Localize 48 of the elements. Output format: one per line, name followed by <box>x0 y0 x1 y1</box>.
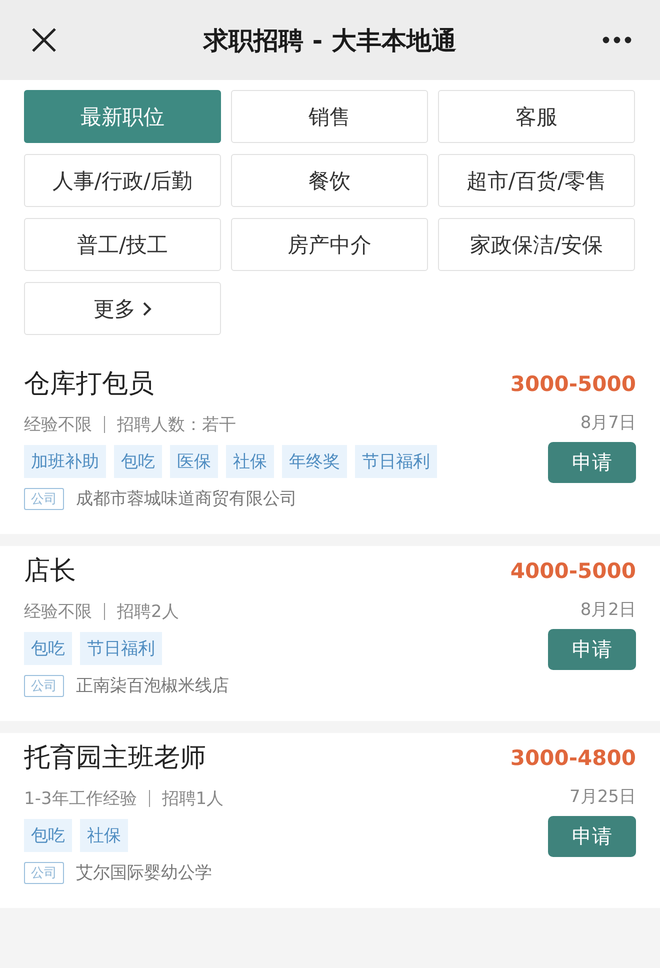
experience-text: 1-3年工作经验 <box>24 788 137 810</box>
chevron-right-icon <box>142 300 152 316</box>
category-button[interactable]: 餐饮 <box>231 154 428 207</box>
page-title: 求职招聘 - 大丰本地通 <box>202 24 458 56</box>
benefit-tag: 节日福利 <box>80 632 162 665</box>
close-icon[interactable] <box>30 26 58 54</box>
category-button[interactable]: 房产中介 <box>231 218 428 271</box>
category-button[interactable]: 家政保洁/安保 <box>438 218 635 271</box>
apply-button[interactable]: 申请 <box>548 442 636 483</box>
experience-text: 经验不限 <box>24 414 92 436</box>
company-name: 正南柒百泡椒米线店 <box>76 675 229 697</box>
benefit-tag: 社保 <box>226 445 274 478</box>
company-name: 成都市蓉城味道商贸有限公司 <box>76 488 297 510</box>
experience-text: 经验不限 <box>24 600 92 622</box>
post-date: 7月25日 <box>570 786 636 808</box>
category-button[interactable]: 客服 <box>438 90 635 143</box>
headcount-text: 招聘1人 <box>162 788 224 810</box>
post-date: 8月7日 <box>580 412 636 434</box>
company-badge: 公司 <box>24 674 64 696</box>
category-button[interactable]: 最新职位 <box>24 90 221 143</box>
benefit-tag: 社保 <box>80 819 128 852</box>
salary-text: 3000-5000 <box>510 371 636 398</box>
company-name: 艾尔国际婴幼公学 <box>76 862 212 884</box>
salary-text: 3000-4800 <box>510 745 636 772</box>
salary-text: 4000-5000 <box>510 558 636 585</box>
apply-button[interactable]: 申请 <box>548 629 636 670</box>
more-button[interactable]: 更多 <box>24 282 221 335</box>
headcount-text: 招聘2人 <box>117 600 179 622</box>
headcount-text: 招聘人数：若干 <box>117 414 236 436</box>
company-badge: 公司 <box>24 488 64 510</box>
category-button[interactable]: 超市/百货/零售 <box>438 154 635 207</box>
benefit-tag: 节日福利 <box>355 445 437 478</box>
benefit-tag: 包吃 <box>24 819 72 852</box>
category-button[interactable]: 普工/技工 <box>24 218 221 271</box>
benefit-tag: 医保 <box>170 445 218 478</box>
apply-button[interactable]: 申请 <box>548 816 636 857</box>
category-button[interactable]: 人事/行政/后勤 <box>24 154 221 207</box>
category-button[interactable]: 销售 <box>231 90 428 143</box>
company-badge: 公司 <box>24 862 64 884</box>
benefit-tag: 年终奖 <box>282 445 347 478</box>
post-date: 8月2日 <box>580 599 636 621</box>
job-title[interactable]: 店长 <box>24 552 510 590</box>
benefit-tag: 加班补助 <box>24 445 106 478</box>
benefit-tag: 包吃 <box>114 445 162 478</box>
benefit-tag: 包吃 <box>24 632 72 665</box>
more-icon[interactable] <box>602 36 632 44</box>
job-title[interactable]: 托育园主班老师 <box>24 739 510 777</box>
job-title[interactable]: 仓库打包员 <box>24 365 510 403</box>
